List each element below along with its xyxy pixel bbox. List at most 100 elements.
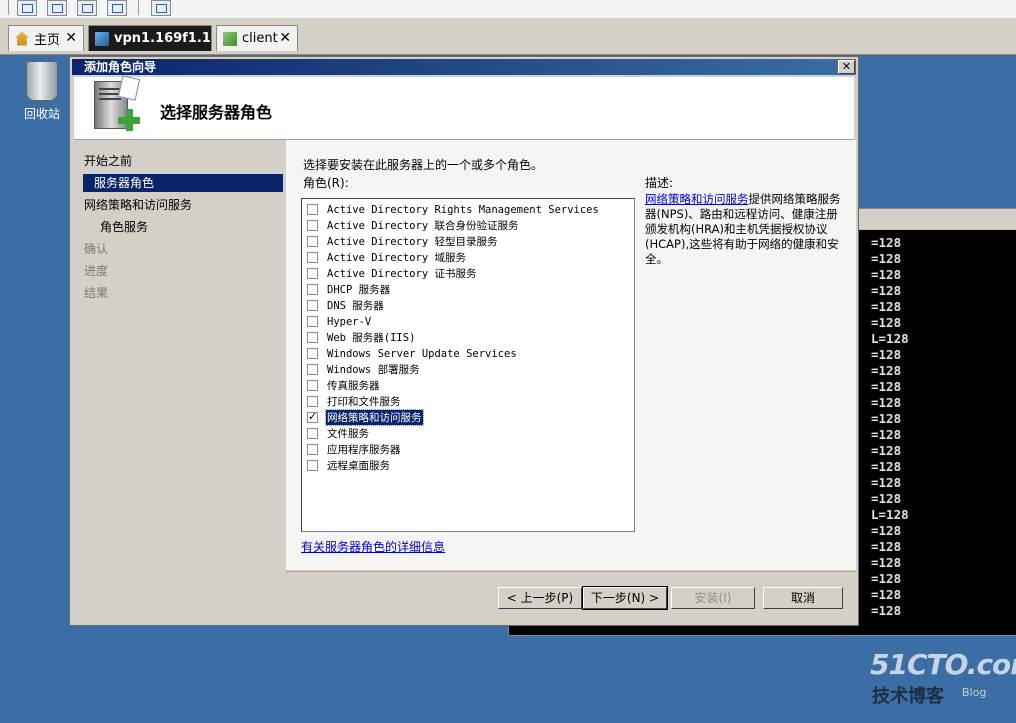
toolbar-button-2[interactable] [47,0,67,16]
role-checkbox[interactable] [307,252,318,263]
role-label: 网络策略和访问服务 [325,409,424,426]
role-checkbox[interactable] [307,380,318,391]
role-item[interactable]: Windows 部署服务 [307,362,421,377]
role-checkbox[interactable] [307,332,318,343]
role-item[interactable]: Active Directory 轻型目录服务 [307,234,498,249]
role-checkbox[interactable] [307,348,318,359]
nav-item-role-services[interactable]: 角色服务 [100,218,148,236]
role-checkbox[interactable] [307,220,318,231]
role-checkbox[interactable] [307,444,318,455]
watermark-extra: Blog [962,686,987,699]
console-line: =128 [871,299,902,314]
document-icon [117,75,141,101]
next-button[interactable]: 下一步(N) > [582,586,668,610]
role-checkbox[interactable] [307,396,318,407]
nav-item-npas[interactable]: 网络策略和访问服务 [84,196,192,214]
tab-home[interactable]: 主页 ✕ [8,25,84,51]
role-label: DNS 服务器 [327,300,384,312]
role-checkbox[interactable] [307,410,318,423]
role-label: Hyper-V [327,315,372,328]
console-line: =128 [871,587,902,602]
console-line: =128 [871,539,902,554]
recycle-bin-icon [26,61,58,101]
role-label: Active Directory 证书服务 [327,268,477,280]
role-checkbox[interactable] [307,364,318,375]
console-line: =128 [871,267,902,282]
role-label: Active Directory 域服务 [327,252,466,264]
role-checkbox[interactable] [307,236,318,247]
tab-label: client [242,31,278,46]
vm-icon [95,31,109,46]
recycle-bin[interactable]: 回收站 [18,61,66,122]
plus-icon [118,109,140,131]
role-item[interactable]: Active Directory 域服务 [307,250,467,265]
role-item[interactable]: 应用程序服务器 [307,442,402,457]
toolbar-button-1[interactable] [17,0,37,16]
role-item[interactable]: 网络策略和访问服务 [307,409,424,426]
toolbar-button-3[interactable] [77,0,97,16]
role-item[interactable]: DHCP 服务器 [307,282,391,297]
role-item[interactable]: Active Directory 联合身份验证服务 [307,218,519,233]
console-line: =128 [871,523,902,538]
role-checkbox[interactable] [307,316,318,327]
toolbar-separator [138,0,139,15]
role-item[interactable]: Windows Server Update Services [307,346,518,361]
console-line: =128 [871,603,902,618]
role-item[interactable]: Web 服务器(IIS) [307,330,416,345]
role-label: 应用程序服务器 [327,444,401,456]
close-icon[interactable]: ✕ [65,30,77,46]
nav-item-results: 结果 [84,286,109,300]
role-checkbox[interactable] [307,284,318,295]
close-button[interactable]: ✕ [838,60,855,74]
role-item[interactable]: 文件服务 [307,426,370,441]
watermark-site: 51CTO.com [870,648,1016,681]
role-checkbox[interactable] [307,428,318,439]
tab-label: 主页 [34,33,61,48]
toolbar-button-4[interactable] [107,0,127,16]
cancel-button[interactable]: 取消 [763,587,843,609]
role-item[interactable]: Hyper-V [307,314,372,329]
role-checkbox[interactable] [307,300,318,311]
console-line: =128 [871,555,902,570]
watermark-tagline: 技术博客 [872,686,944,707]
role-checkbox[interactable] [307,204,318,215]
roles-listbox[interactable]: Active Directory Rights Management Servi… [301,198,635,532]
role-label: DHCP 服务器 [327,284,391,296]
role-item[interactable]: 打印和文件服务 [307,394,402,409]
page-title: 选择服务器角色 [160,103,273,122]
role-item[interactable]: 远程桌面服务 [307,458,391,473]
role-label: 传真服务器 [327,380,380,392]
role-label: Web 服务器(IIS) [327,332,416,344]
tab-vpn[interactable]: vpn1.169f1.1 [88,25,212,51]
console-line: L=128 [871,507,909,522]
instruction-text: 选择要安装在此服务器上的一个或多个角色。 [303,158,544,172]
back-button[interactable]: < 上一步(P) [498,587,582,609]
tab-client[interactable]: client ✕ [216,25,298,51]
console-line: =128 [871,235,902,250]
recycle-bin-label: 回收站 [23,107,60,121]
description-link[interactable]: 网络策略和访问服务 [645,192,749,206]
role-label: 远程桌面服务 [327,460,390,472]
role-item[interactable]: Active Directory Rights Management Servi… [307,202,600,217]
console-line: =128 [871,363,902,378]
close-icon[interactable]: ✕ [279,30,291,46]
role-item[interactable]: 传真服务器 [307,378,381,393]
roles-label: 角色(R): [303,176,349,190]
role-checkbox[interactable] [307,460,318,471]
nav-item-before-you-begin[interactable]: 开始之前 [84,152,132,170]
more-info-link[interactable]: 有关服务器角色的详细信息 [301,538,445,555]
role-label: 文件服务 [327,428,369,440]
toolbar-button-5[interactable] [151,0,171,16]
console-line: =128 [871,411,902,426]
console-line: =128 [871,315,902,330]
nav-item-server-roles[interactable]: 服务器角色 [83,174,283,192]
console-line: =128 [871,427,902,442]
role-label: Active Directory 联合身份验证服务 [327,220,519,232]
role-item[interactable]: Active Directory 证书服务 [307,266,477,281]
console-line: =128 [871,283,902,298]
console-line: =128 [871,347,902,362]
nav-item-progress: 进度 [84,264,109,278]
role-checkbox[interactable] [307,268,318,279]
role-item[interactable]: DNS 服务器 [307,298,385,313]
role-label: Windows 部署服务 [327,364,420,376]
